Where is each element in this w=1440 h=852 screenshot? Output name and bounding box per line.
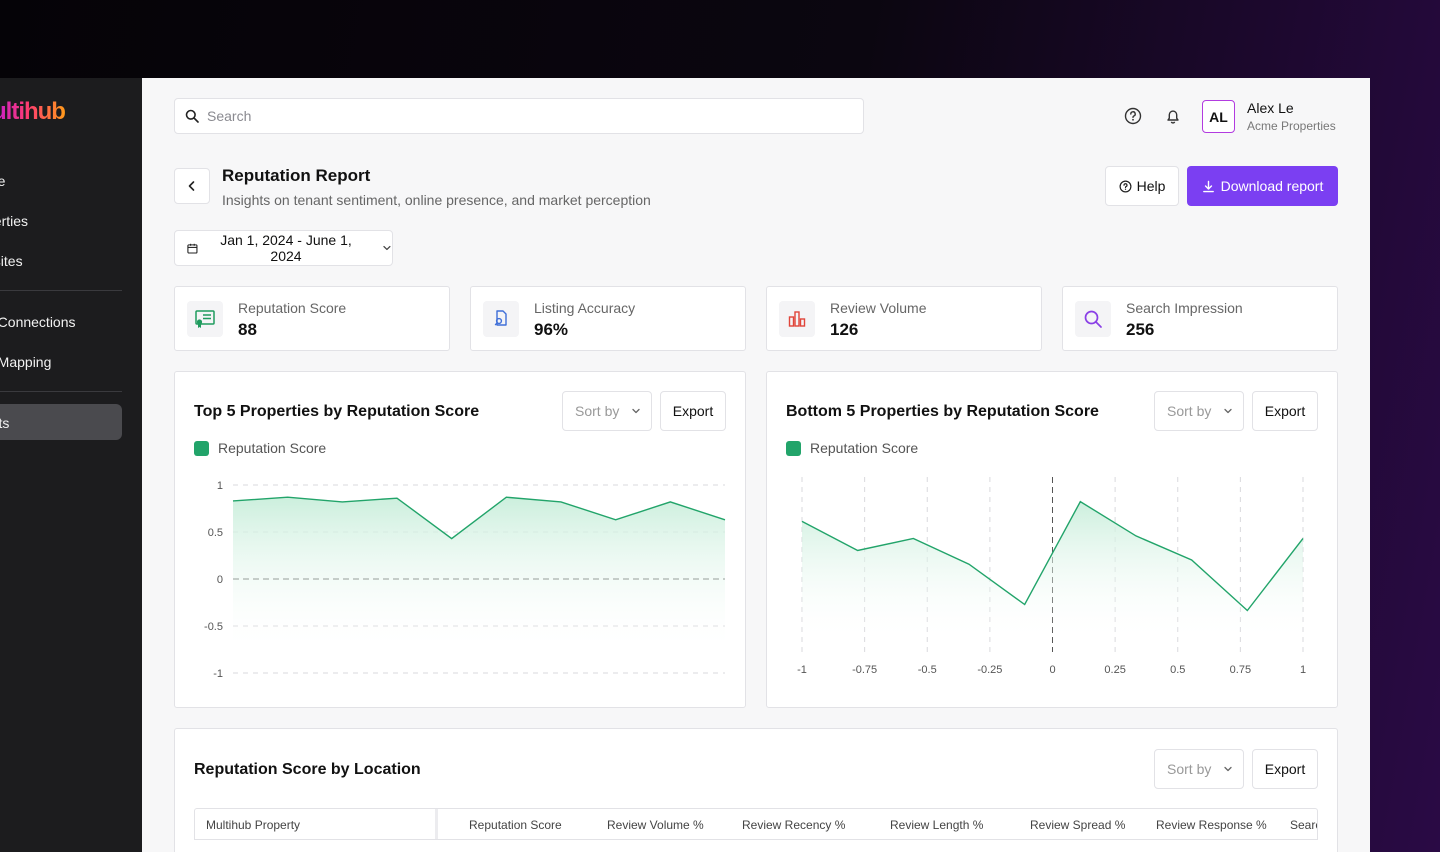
column-header-search[interactable]: Searc xyxy=(1290,818,1317,832)
kpi-value: 96% xyxy=(534,320,569,339)
sidebar-item-reports[interactable]: orts xyxy=(0,415,9,431)
y-tick-label: -0.5 xyxy=(204,621,223,633)
certificate-icon xyxy=(195,310,215,328)
search-bar[interactable] xyxy=(174,98,864,134)
page-title: Reputation Report xyxy=(222,166,371,185)
bottom-properties-chart-card: Bottom 5 Properties by Reputation Score … xyxy=(766,371,1338,708)
column-header-review-length[interactable]: Review Length % xyxy=(890,818,983,832)
kpi-label: Listing Accuracy xyxy=(534,300,636,316)
document-search-icon xyxy=(494,310,507,326)
bar-chart-icon xyxy=(788,311,806,327)
x-tick-label: -1 xyxy=(797,664,807,676)
y-tick-label: -1 xyxy=(213,668,223,680)
series-area xyxy=(233,497,725,653)
top-properties-chart-card: Top 5 Properties by Reputation Score Sor… xyxy=(174,371,746,708)
x-tick-label: -0.5 xyxy=(918,664,937,676)
kpi-card-listing-accuracy: Listing Accuracy 96% xyxy=(470,286,746,351)
search-icon xyxy=(185,109,199,123)
kpi-value: 88 xyxy=(238,320,257,339)
x-tick-label: 1 xyxy=(1300,664,1306,676)
sidebar-item-properties[interactable]: perties xyxy=(0,213,28,229)
date-range-picker[interactable]: Jan 1, 2024 - June 1, 2024 xyxy=(174,230,393,266)
chevron-down-icon xyxy=(1224,766,1233,772)
y-tick-label: 0.5 xyxy=(208,527,223,539)
x-tick-label: 0.25 xyxy=(1104,664,1125,676)
sidebar-item-websites[interactable]: bsites xyxy=(0,253,23,269)
sidebar-divider xyxy=(0,290,122,291)
user-name: Alex Le xyxy=(1247,100,1294,116)
search-input[interactable] xyxy=(207,108,807,124)
date-range-label: Jan 1, 2024 - June 1, 2024 xyxy=(220,232,352,264)
app-logo[interactable]: ultihub xyxy=(0,98,66,126)
help-button-label: Help xyxy=(1136,178,1166,194)
search-icon xyxy=(1084,310,1102,328)
page-subtitle: Insights on tenant sentiment, online pre… xyxy=(222,192,651,208)
download-icon xyxy=(1202,180,1214,192)
kpi-label: Search Impression xyxy=(1126,300,1243,316)
table-header: Multihub Property Reputation Score Revie… xyxy=(194,808,1318,840)
y-tick-label: 0 xyxy=(217,574,223,586)
x-tick-label: 0 xyxy=(1049,664,1055,676)
column-header-review-volume[interactable]: Review Volume % xyxy=(607,818,704,832)
column-divider xyxy=(435,809,438,839)
column-header-review-recency[interactable]: Review Recency % xyxy=(742,818,845,832)
x-tick-label: 0.5 xyxy=(1170,664,1185,676)
y-tick-label: 1 xyxy=(217,480,223,492)
x-tick-label: -0.25 xyxy=(977,664,1002,676)
sort-by-dropdown[interactable]: Sort by xyxy=(1154,749,1244,789)
kpi-card-review-volume: Review Volume 126 xyxy=(766,286,1042,351)
kpi-card-search-impression: Search Impression 256 xyxy=(1062,286,1338,351)
sidebar-item-home[interactable]: me xyxy=(0,173,5,189)
reputation-by-location-card: Reputation Score by Location Sort by Exp… xyxy=(174,728,1338,852)
column-header-reputation-score[interactable]: Reputation Score xyxy=(469,818,562,832)
calendar-icon xyxy=(187,243,198,254)
chevron-left-icon xyxy=(188,181,195,191)
help-button[interactable]: Help xyxy=(1105,166,1179,206)
sidebar xyxy=(0,78,142,852)
column-header-property[interactable]: Multihub Property xyxy=(206,818,300,832)
kpi-value: 256 xyxy=(1126,320,1155,339)
sidebar-active-highlight xyxy=(0,404,122,440)
help-circle-icon xyxy=(1119,180,1132,192)
download-button-label: Download report xyxy=(1220,178,1324,194)
x-tick-label: 0.75 xyxy=(1230,664,1251,676)
download-report-button[interactable]: Download report xyxy=(1187,166,1338,206)
kpi-label: Review Volume xyxy=(830,300,927,316)
x-tick-label: -0.75 xyxy=(852,664,877,676)
sidebar-item-data-connections[interactable]: a Connections xyxy=(0,314,76,330)
kpi-value: 126 xyxy=(830,320,859,339)
export-button[interactable]: Export xyxy=(1252,749,1318,789)
chevron-down-icon xyxy=(383,245,391,251)
sidebar-item-data-mapping[interactable]: a Mapping xyxy=(0,354,51,370)
column-header-review-spread[interactable]: Review Spread % xyxy=(1030,818,1125,832)
sort-by-label: Sort by xyxy=(1167,761,1212,777)
top-properties-area-chart: 1 0.5 0 -0.5 -1 xyxy=(204,480,726,680)
main-panel: AL Alex Le Acme Properties Reputation Re… xyxy=(142,78,1370,852)
card-title: Reputation Score by Location xyxy=(194,761,421,778)
sidebar-divider xyxy=(0,391,122,392)
column-header-review-response[interactable]: Review Response % xyxy=(1156,818,1267,832)
kpi-card-reputation-score: Reputation Score 88 xyxy=(174,286,450,351)
bottom-properties-area-chart: -1 -0.75 -0.5 -0.25 0 0.25 0.5 0.75 1 xyxy=(797,477,1306,676)
help-circle-icon[interactable] xyxy=(1123,106,1143,126)
back-button[interactable] xyxy=(174,168,210,204)
bell-icon[interactable] xyxy=(1163,106,1183,126)
user-organization: Acme Properties xyxy=(1247,119,1336,133)
avatar[interactable]: AL xyxy=(1202,100,1235,133)
kpi-label: Reputation Score xyxy=(238,300,347,316)
